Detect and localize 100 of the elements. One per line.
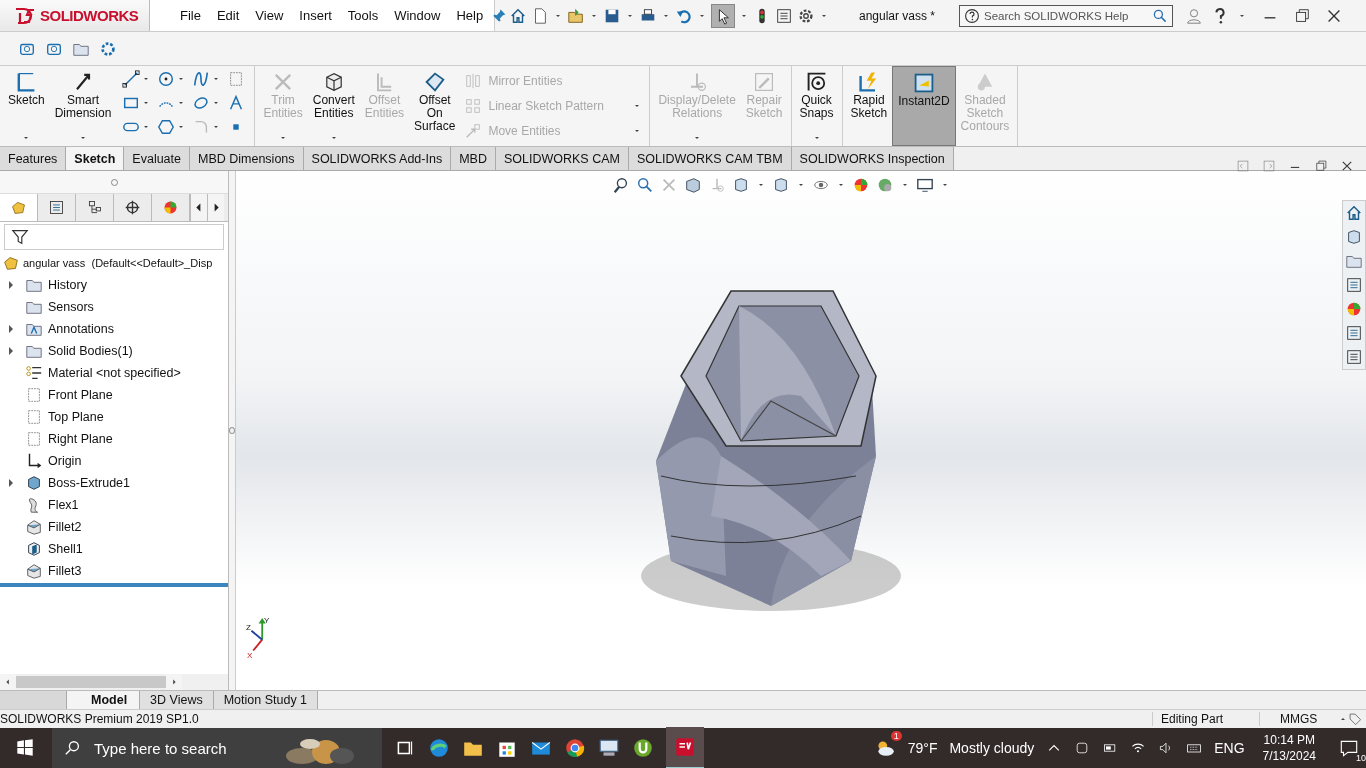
line-icon[interactable] xyxy=(122,70,141,88)
restore-icon[interactable] xyxy=(1314,159,1328,173)
model-tab[interactable]: Model xyxy=(67,691,141,709)
chrome-icon[interactable] xyxy=(564,737,586,759)
ribbon-tab[interactable]: Evaluate xyxy=(124,147,190,170)
tree-item[interactable]: Solid Bodies(1) xyxy=(48,344,133,358)
file-properties-icon[interactable] xyxy=(775,6,793,25)
extrude-icon xyxy=(25,474,43,492)
expand-arrow-icon[interactable] xyxy=(6,324,16,334)
menu-item[interactable]: Window xyxy=(386,8,449,23)
ribbon-button[interactable]: Sketch xyxy=(3,66,50,146)
scene-icon[interactable] xyxy=(876,176,894,194)
tree-item[interactable]: Boss-Extrude1 xyxy=(48,476,130,490)
ribbon-button[interactable]: Quick Snaps xyxy=(794,66,839,146)
ribbon-button[interactable]: Offset On Surface xyxy=(409,66,461,146)
torrent-icon[interactable] xyxy=(632,737,654,759)
settings-icon[interactable] xyxy=(99,39,117,58)
appearance-icon[interactable] xyxy=(852,176,870,194)
tree-item[interactable]: Front Plane xyxy=(48,388,113,402)
ellipse-icon[interactable] xyxy=(192,94,211,112)
monitor-icon[interactable] xyxy=(916,176,934,194)
zoom-area-icon[interactable] xyxy=(636,176,654,194)
circle-icon[interactable] xyxy=(157,70,176,88)
close-icon[interactable] xyxy=(1340,159,1354,173)
taskbar-search-field[interactable]: Type here to search xyxy=(52,728,382,768)
polygon-icon[interactable] xyxy=(157,118,176,136)
restore-icon[interactable] xyxy=(1293,6,1311,25)
select-button[interactable] xyxy=(711,3,735,28)
menu-item[interactable]: Tools xyxy=(339,8,387,23)
spline-icon[interactable] xyxy=(192,70,211,88)
status-text: SOLIDWORKS Premium 2019 SP1.0 xyxy=(0,712,199,726)
ribbon-tab[interactable]: SOLIDWORKS CAM TBM xyxy=(628,147,792,170)
tile-left-icon[interactable] xyxy=(1236,159,1250,173)
cube-icon[interactable] xyxy=(1345,228,1363,246)
ribbon-button[interactable]: Rapid Sketch xyxy=(845,66,893,146)
scroll-right-icon[interactable] xyxy=(207,194,224,221)
scroll-left-icon[interactable] xyxy=(0,674,16,690)
ribbon-tab[interactable]: Sketch xyxy=(66,147,125,170)
ribbon-tab[interactable]: MBD Dimensions xyxy=(190,147,304,170)
ribbon-tab[interactable]: Features xyxy=(0,147,67,170)
home-icon[interactable] xyxy=(1345,204,1363,222)
model-tab[interactable]: Motion Study 1 xyxy=(213,691,319,709)
tree-item[interactable]: History xyxy=(48,278,87,292)
open-icon[interactable] xyxy=(567,6,585,25)
properties-icon[interactable] xyxy=(1345,324,1363,342)
menu-item[interactable]: Insert xyxy=(291,8,340,23)
tree-item[interactable]: Material <not specified> xyxy=(48,366,181,380)
ribbon-button[interactable]: Smart Dimension xyxy=(49,66,117,146)
tree-item[interactable]: Flex1 xyxy=(48,498,79,512)
ribbon-tab[interactable]: SOLIDWORKS CAM xyxy=(495,147,629,170)
search-input[interactable]: Type here to search xyxy=(92,738,266,758)
search-input[interactable]: Search SOLIDWORKS Help xyxy=(984,9,1148,22)
clock-date[interactable]: 7/13/2024 xyxy=(1262,748,1316,764)
home-icon[interactable] xyxy=(509,6,527,25)
tree-item[interactable]: Fillet3 xyxy=(48,564,82,578)
plane-icon xyxy=(25,408,43,426)
computer-icon[interactable] xyxy=(598,737,620,759)
scroll-left-icon[interactable] xyxy=(190,194,207,221)
expand-arrow-icon[interactable] xyxy=(6,280,16,290)
menu-item[interactable]: Edit xyxy=(208,8,248,23)
tree-item[interactable]: Sensors xyxy=(48,300,94,314)
user-icon[interactable] xyxy=(1185,6,1203,25)
ribbon-tab[interactable]: SOLIDWORKS Add-Ins xyxy=(303,147,452,170)
clock-time[interactable]: 10:14 PM xyxy=(1263,732,1315,748)
menu-item[interactable]: View xyxy=(247,8,292,23)
weather-text[interactable]: Mostly cloudy xyxy=(949,740,1035,756)
tree-root[interactable]: angular vass (Default<<Default>_Disp xyxy=(23,257,213,269)
scrollbar-thumb[interactable] xyxy=(16,676,166,688)
tree-item[interactable]: Annotations xyxy=(48,322,115,336)
help-search-field[interactable]: Search SOLIDWORKS Help xyxy=(959,4,1173,27)
fillet-icon xyxy=(25,562,43,580)
model-tab[interactable]: 3D Views xyxy=(140,691,214,709)
temperature-text[interactable]: 79°F xyxy=(907,740,938,756)
tree-item[interactable]: Shell1 xyxy=(48,542,83,556)
expand-arrow-icon[interactable] xyxy=(6,346,16,356)
ribbon-tab[interactable]: SOLIDWORKS Inspection xyxy=(791,147,954,170)
active-app-button[interactable] xyxy=(666,727,704,768)
appearance-icon[interactable] xyxy=(1345,300,1363,318)
tree-item[interactable]: Right Plane xyxy=(48,432,113,446)
tile-right-icon[interactable] xyxy=(1262,159,1276,173)
language-indicator[interactable]: ENG xyxy=(1214,740,1245,756)
tree-item[interactable]: Origin xyxy=(48,454,82,468)
menu-item[interactable]: File xyxy=(172,8,209,23)
notification-count: 10 xyxy=(1356,753,1366,763)
ribbon-button[interactable]: Instant2D xyxy=(892,66,956,146)
ribbon-tab[interactable]: MBD xyxy=(451,147,496,170)
ribbon-button[interactable]: Convert Entities xyxy=(307,66,360,146)
zoom-fit-icon[interactable] xyxy=(612,176,630,194)
scroll-right-icon[interactable] xyxy=(166,674,182,690)
menu-item[interactable]: Help xyxy=(448,8,492,23)
filter-icon[interactable] xyxy=(11,228,29,246)
tree-item[interactable]: Top Plane xyxy=(48,410,104,424)
tag-icon[interactable] xyxy=(1348,712,1362,726)
status-text: Editing Part xyxy=(1152,712,1259,726)
edge-icon[interactable] xyxy=(428,737,450,759)
expand-arrow-icon[interactable] xyxy=(6,478,16,488)
pin-icon[interactable] xyxy=(491,7,508,24)
units-selector[interactable]: MMGS xyxy=(1259,712,1338,726)
tree-item[interactable]: Fillet2 xyxy=(48,520,82,534)
start-icon[interactable] xyxy=(14,737,36,759)
